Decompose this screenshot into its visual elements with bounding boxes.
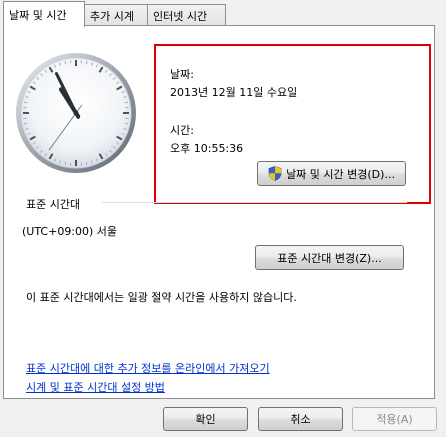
analog-clock: [16, 53, 136, 173]
dst-note: 이 표준 시간대에서는 일광 절약 시간을 사용하지 않습니다.: [26, 291, 297, 304]
time-value: 오후 10:55:36: [170, 142, 244, 155]
minute-tick: [24, 101, 28, 104]
cancel-label: 취소: [290, 413, 311, 426]
tab-additional-clocks[interactable]: 추가 시계: [84, 4, 148, 25]
uac-shield-icon: [268, 166, 282, 181]
timezone-group-divider: [102, 202, 407, 203]
cancel-button[interactable]: 취소: [258, 407, 343, 431]
tab-label: 인터넷 시간: [153, 10, 208, 23]
minute-tick: [64, 161, 67, 165]
clock-center: [73, 110, 79, 116]
tab-label: 날짜 및 시간: [9, 9, 67, 22]
change-timezone-label: 표준 시간대 변경(Z)...: [277, 251, 382, 265]
clock-timezone-howto-link[interactable]: 시계 및 표준 시간대 설정 방법: [26, 379, 165, 395]
change-date-time-label: 날짜 및 시간 변경(D)...: [286, 167, 395, 181]
minute-tick: [124, 122, 128, 125]
tab-internet-time[interactable]: 인터넷 시간: [147, 4, 226, 25]
minute-tick: [24, 122, 28, 125]
apply-button[interactable]: 적용(A): [352, 407, 437, 431]
minute-tick: [64, 61, 67, 65]
apply-label: 적용(A): [376, 413, 413, 426]
timezone-info-online-link[interactable]: 표준 시간대에 대한 추가 정보를 온라인에서 가져오기: [26, 360, 270, 376]
tab-date-and-time[interactable]: 날짜 및 시간: [3, 1, 85, 27]
timezone-group-label: 표준 시간대: [26, 198, 81, 211]
tab-strip: 날짜 및 시간 추가 시계 인터넷 시간: [0, 0, 446, 27]
timezone-value: (UTC+09:00) 서울: [22, 225, 118, 238]
date-value: 2013년 12월 11일 수요일: [170, 86, 298, 99]
ok-button[interactable]: 확인: [163, 407, 248, 431]
change-date-time-button[interactable]: 날짜 및 시간 변경(D)...: [257, 161, 406, 186]
minute-tick: [85, 61, 88, 65]
time-label: 시간:: [170, 124, 194, 137]
minute-tick: [85, 161, 88, 165]
tab-label: 추가 시계: [90, 10, 134, 23]
ok-label: 확인: [195, 413, 216, 426]
minute-tick: [124, 101, 128, 104]
change-timezone-button[interactable]: 표준 시간대 변경(Z)...: [255, 245, 404, 270]
date-label: 날짜:: [170, 68, 194, 81]
